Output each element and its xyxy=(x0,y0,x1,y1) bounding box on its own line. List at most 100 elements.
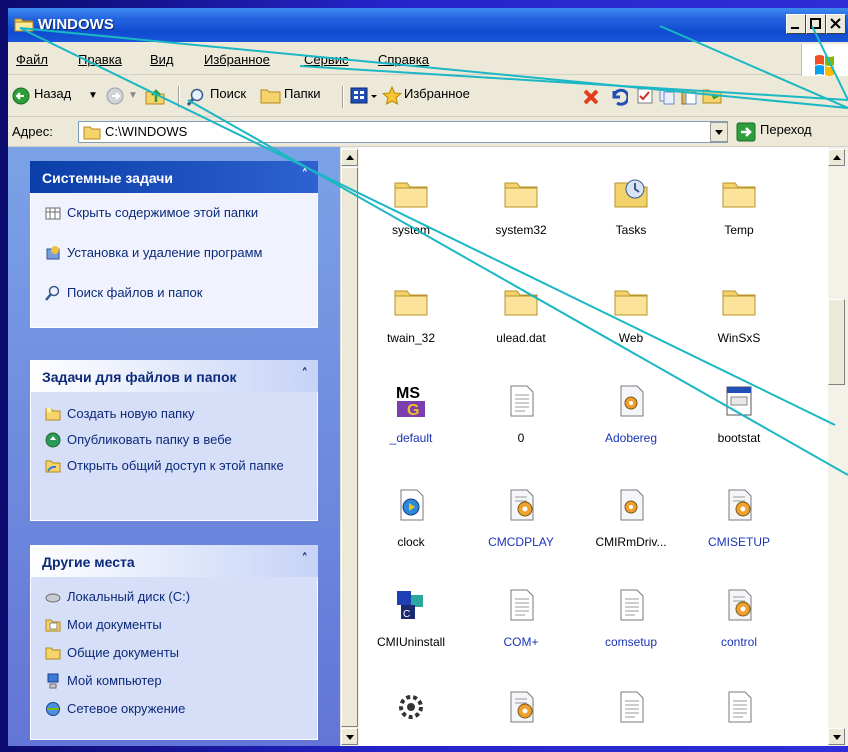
scroll-down-button[interactable] xyxy=(341,728,358,745)
go-arrow-icon[interactable] xyxy=(736,122,756,145)
text-file-icon xyxy=(613,587,649,623)
back-button[interactable]: Назад xyxy=(34,86,71,101)
media-file-icon xyxy=(393,487,429,523)
properties-icon[interactable] xyxy=(636,87,654,108)
text-file-icon xyxy=(503,383,539,419)
file-item[interactable]: clock xyxy=(361,487,461,587)
file-item[interactable]: ulead.dat xyxy=(471,283,571,383)
menu-view[interactable]: Вид xyxy=(150,52,174,67)
forward-dropdown-icon[interactable]: ▼ xyxy=(128,90,138,101)
file-name: Tasks xyxy=(615,223,647,237)
tasks-folder-icon xyxy=(613,175,649,211)
search-button[interactable]: Поиск xyxy=(210,86,246,101)
collapse-icon[interactable]: ˄ xyxy=(302,367,309,382)
star-icon[interactable] xyxy=(381,85,403,109)
menu-favorites[interactable]: Избранное xyxy=(204,52,270,67)
folder-icon xyxy=(503,175,539,211)
file-name: _default xyxy=(389,431,433,445)
file-item[interactable] xyxy=(689,689,789,746)
file-name: COM+ xyxy=(503,635,539,649)
scroll-thumb[interactable] xyxy=(341,167,358,727)
explorer-window: WINDOWS Файл Правка Вид Избранное Сервис… xyxy=(8,8,848,746)
minimize-button[interactable] xyxy=(786,14,806,34)
file-item[interactable] xyxy=(361,689,461,746)
copy-icon[interactable] xyxy=(658,87,676,108)
file-name: Temp xyxy=(724,223,754,237)
file-item[interactable]: system xyxy=(361,175,461,275)
file-item[interactable]: 0 xyxy=(471,383,571,483)
file-item[interactable]: bootstat xyxy=(689,383,789,483)
panel-header[interactable]: Другие места ˄ xyxy=(30,545,318,577)
menu-edit[interactable]: Правка xyxy=(78,52,122,67)
collapse-icon[interactable]: ˄ xyxy=(302,168,309,183)
favorites-button[interactable]: Избранное xyxy=(404,86,470,101)
settings-file-icon xyxy=(503,487,539,523)
menu-tools[interactable]: Сервис xyxy=(304,52,349,67)
panel-body: Создать новую папку Опубликовать папку в… xyxy=(30,392,318,521)
panel-header[interactable]: Системные задачи ˄ xyxy=(30,161,318,193)
file-name: CMCDPLAY xyxy=(488,535,554,549)
back-arrow-icon[interactable] xyxy=(12,87,30,108)
text-file-icon xyxy=(503,587,539,623)
delete-icon[interactable] xyxy=(582,88,600,109)
file-item[interactable]: Temp xyxy=(689,175,789,275)
task-pane: Системные задачи ˄ Скрыть содержимое это… xyxy=(8,147,340,746)
file-item[interactable] xyxy=(471,689,571,746)
file-name: WinSxS xyxy=(717,331,761,345)
scroll-thumb[interactable] xyxy=(828,299,845,385)
scroll-down-button[interactable] xyxy=(828,728,845,745)
file-name: Adobereg xyxy=(604,431,658,445)
close-button[interactable] xyxy=(826,14,846,34)
file-item[interactable]: Tasks xyxy=(581,175,681,275)
scroll-up-button[interactable] xyxy=(828,149,845,166)
scroll-up-button[interactable] xyxy=(341,149,358,166)
file-item[interactable]: COM+ xyxy=(471,587,571,687)
file-item[interactable]: CMIRmDriv... xyxy=(581,487,681,587)
file-name: ulead.dat xyxy=(496,331,546,345)
app-icon: C xyxy=(393,587,429,623)
up-folder-icon[interactable] xyxy=(144,86,166,109)
file-item[interactable]: twain_32 xyxy=(361,283,461,383)
svg-text:MS: MS xyxy=(396,385,420,402)
menu-help[interactable]: Справка xyxy=(378,52,429,67)
collapse-icon[interactable]: ˄ xyxy=(302,552,309,567)
ms-dos-icon: MS G xyxy=(393,383,429,419)
address-dropdown-button[interactable] xyxy=(710,122,728,142)
file-item[interactable]: Adobereg xyxy=(581,383,681,483)
file-item[interactable] xyxy=(581,689,681,746)
menu-file[interactable]: Файл xyxy=(16,52,48,67)
title-bar[interactable]: WINDOWS xyxy=(8,8,848,42)
file-item[interactable]: MS G _default xyxy=(361,383,461,483)
address-input[interactable]: C:\WINDOWS xyxy=(78,121,728,143)
views-icon[interactable] xyxy=(350,87,380,108)
task-pane-scrollbar[interactable] xyxy=(340,147,359,746)
folder-icon xyxy=(503,283,539,319)
toolbar-separator xyxy=(342,86,344,108)
table-icon xyxy=(45,205,61,221)
file-item[interactable]: control xyxy=(689,587,789,687)
file-list-scrollbar[interactable] xyxy=(828,147,848,746)
file-item[interactable]: Web xyxy=(581,283,681,383)
forward-arrow-icon[interactable] xyxy=(106,87,124,108)
shared-documents-icon xyxy=(45,645,61,661)
file-name: CMISETUP xyxy=(707,535,770,549)
folders-button[interactable]: Папки xyxy=(284,86,321,101)
undo-icon[interactable] xyxy=(608,87,630,110)
file-item[interactable]: C CMIUninstall xyxy=(361,587,461,687)
back-dropdown-icon[interactable]: ▼ xyxy=(88,90,98,101)
file-item[interactable]: WinSxS xyxy=(689,283,789,383)
other-places-panel: Другие места ˄ Локальный диск (C:) Мои д… xyxy=(30,545,318,740)
search-icon[interactable] xyxy=(186,87,206,110)
file-item[interactable]: CMCDPLAY xyxy=(471,487,571,587)
folders-icon[interactable] xyxy=(260,87,282,108)
panel-title: Системные задачи xyxy=(42,170,174,186)
panel-header[interactable]: Задачи для файлов и папок ˄ xyxy=(30,360,318,392)
maximize-button[interactable] xyxy=(806,14,826,34)
file-item[interactable]: CMISETUP xyxy=(689,487,789,587)
file-item[interactable]: comsetup xyxy=(581,587,681,687)
folder-options-icon[interactable] xyxy=(702,87,722,108)
file-item[interactable]: system32 xyxy=(471,175,571,275)
go-button[interactable]: Переход xyxy=(760,122,812,137)
folder-icon xyxy=(14,16,34,32)
paste-icon[interactable] xyxy=(680,87,698,108)
